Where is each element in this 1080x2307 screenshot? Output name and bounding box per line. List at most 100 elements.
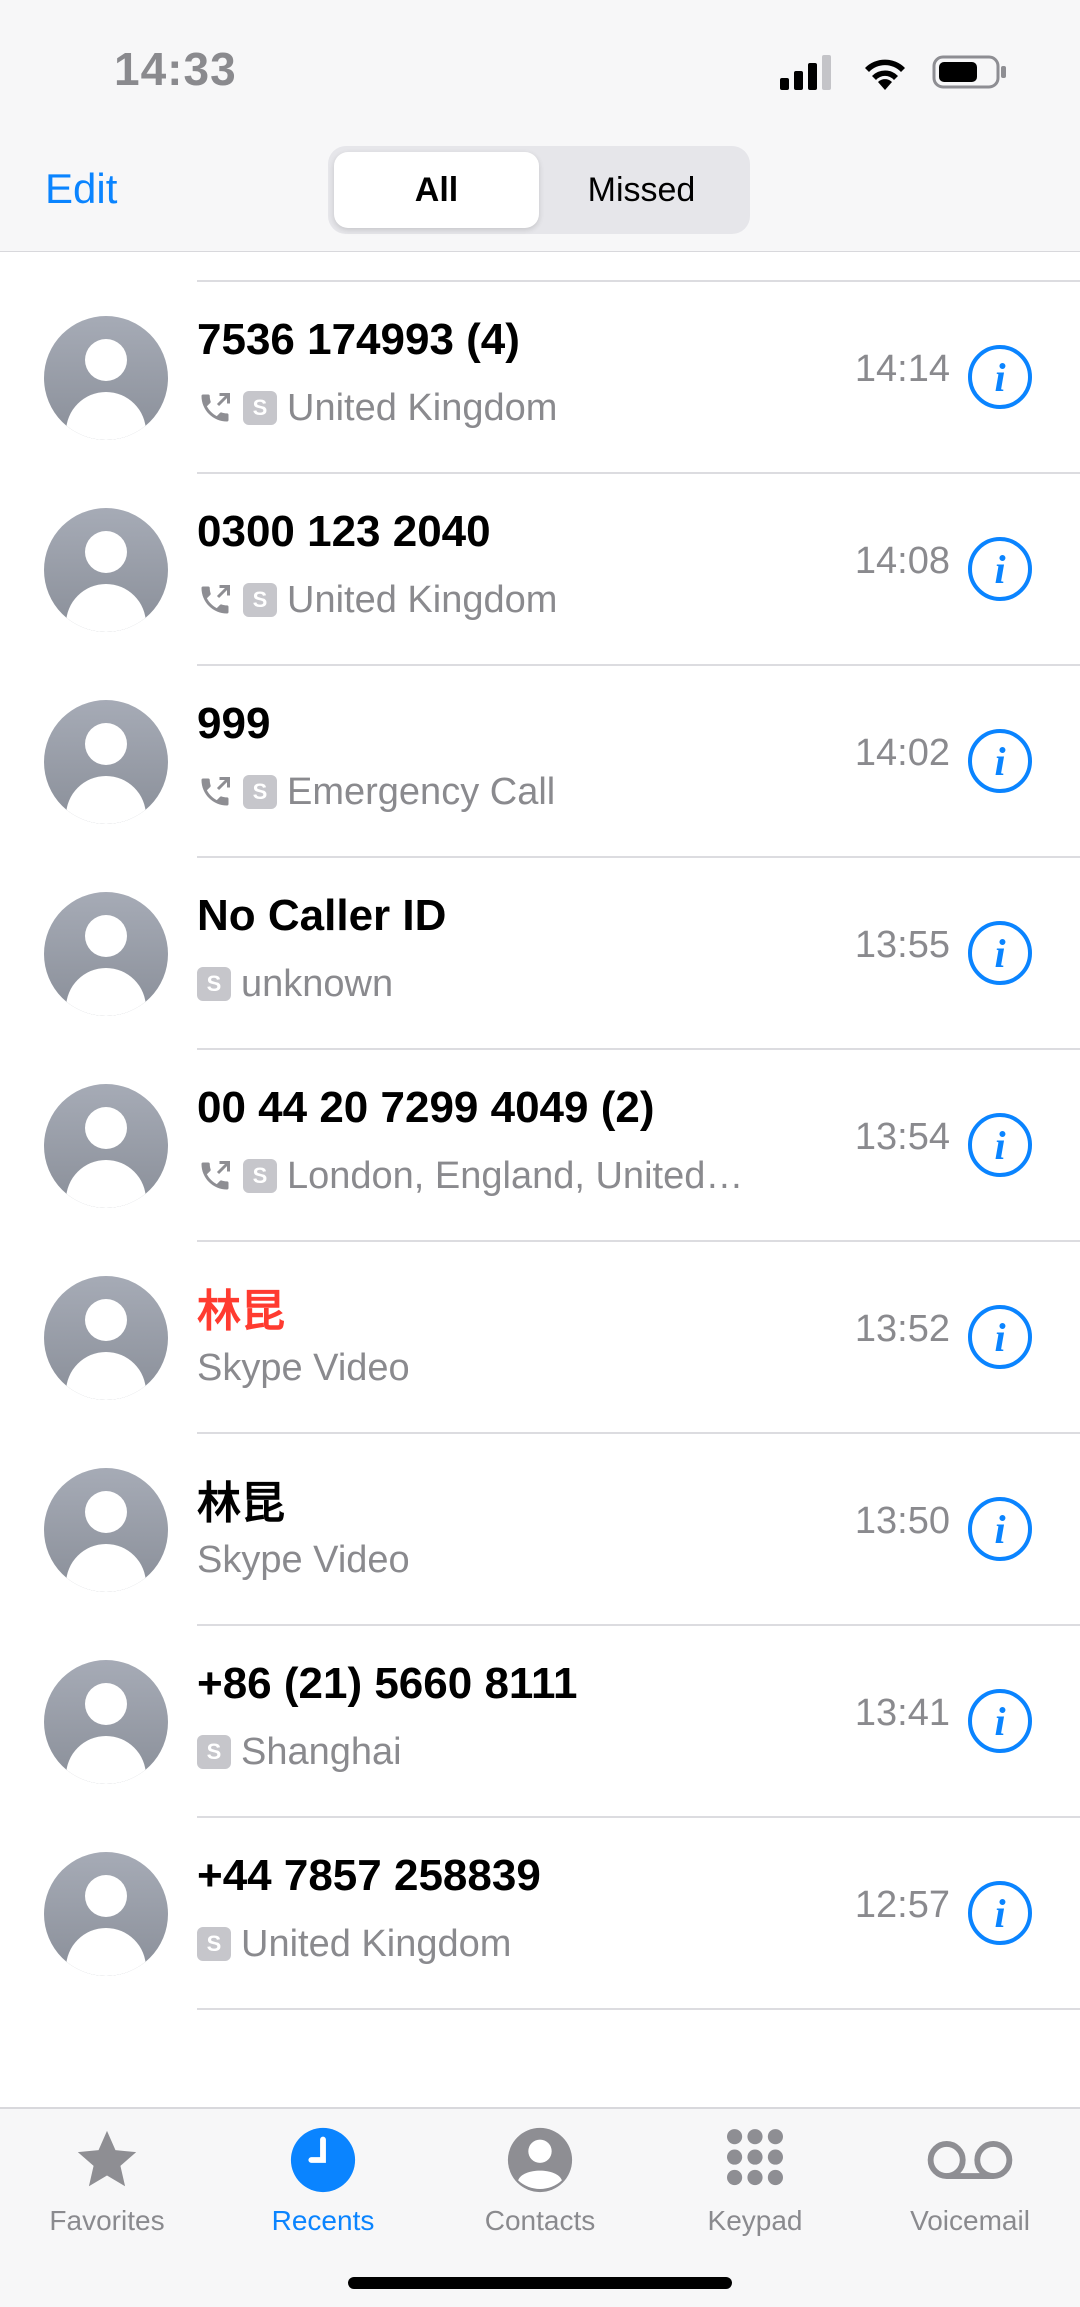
call-name: No Caller ID	[197, 891, 447, 940]
call-subtitle: Shanghai	[241, 1730, 402, 1773]
call-subtitle-line: Skype Video	[197, 1346, 410, 1390]
call-name: +86 (21) 5660 8111	[197, 1659, 578, 1708]
call-subtitle: United Kingdom	[287, 578, 558, 621]
call-name: 00 44 20 7299 4049 (2)	[197, 1083, 655, 1132]
call-row[interactable]: 0300 123 2040 S United Kingdom 14:08 i	[0, 474, 1080, 666]
call-subtitle-line: S United Kingdom	[197, 578, 557, 622]
call-row[interactable]: 999 S Emergency Call 14:02 i	[0, 666, 1080, 858]
phone-outgoing-icon	[201, 1161, 230, 1190]
call-row[interactable]: 00 44 20 7299 4049 (2) S London, England, …	[0, 1050, 1080, 1242]
contact-avatar-icon	[44, 1276, 168, 1400]
skype-badge-icon: S	[197, 1927, 231, 1961]
call-time: 13:54	[854, 1116, 950, 1158]
contact-avatar-icon	[44, 892, 168, 1016]
info-icon[interactable]: i	[968, 537, 1032, 601]
star-icon	[77, 2130, 137, 2187]
call-time: 14:14	[854, 348, 950, 390]
tab-label: Recents	[271, 2205, 375, 2236]
call-subtitle-line: S United Kingdom	[197, 386, 557, 430]
call-time: 13:41	[854, 1692, 950, 1734]
call-subtitle: United Kingdom	[241, 1922, 512, 1965]
tab-label: Contacts	[484, 2205, 596, 2236]
tab-voicemail[interactable]: Voicemail	[880, 2125, 1060, 2275]
call-subtitle-line: S London, England, United…	[197, 1154, 743, 1198]
row-separator	[197, 2008, 1080, 2010]
call-subtitle: unknown	[241, 962, 394, 1005]
info-icon[interactable]: i	[968, 1881, 1032, 1945]
call-time: 12:57	[854, 1884, 950, 1926]
battery-icon	[932, 55, 1006, 89]
phone-outgoing-icon	[201, 777, 230, 806]
call-subtitle-line: Skype Video	[197, 1538, 410, 1582]
clock-icon	[290, 2127, 356, 2193]
call-row[interactable]: 林昆 Skype Video 13:50 i	[0, 1434, 1080, 1626]
info-icon[interactable]: i	[968, 921, 1032, 985]
keypad-icon	[727, 2129, 783, 2186]
call-name: 林昆	[197, 1479, 285, 1528]
call-time: 13:50	[854, 1500, 950, 1542]
contact-avatar-icon	[44, 1660, 168, 1784]
call-subtitle: United Kingdom	[287, 386, 558, 429]
skype-badge-icon: S	[197, 967, 231, 1001]
info-icon[interactable]: i	[968, 1305, 1032, 1369]
contact-avatar-icon	[44, 1852, 168, 1976]
call-subtitle-line: S Shanghai	[197, 1730, 402, 1774]
tab-label: Voicemail	[910, 2205, 1030, 2236]
tab-contacts[interactable]: Contacts	[450, 2125, 630, 2275]
call-name: 7536 174993 (4)	[197, 315, 520, 364]
info-icon[interactable]: i	[968, 345, 1032, 409]
call-row[interactable]: 7536 174993 (4) S United Kingdom 14:14 i	[0, 282, 1080, 474]
call-row[interactable]: +44 7857 258839 S United Kingdom 12:57 i	[0, 1818, 1080, 2010]
tab-recents[interactable]: Recents	[233, 2125, 413, 2275]
call-time: 14:02	[854, 732, 950, 774]
contact-avatar-icon	[44, 316, 168, 440]
tab-keypad[interactable]: Keypad	[665, 2125, 845, 2275]
skype-badge-icon: S	[243, 775, 277, 809]
call-name: +44 7857 258839	[197, 1851, 541, 1900]
call-row[interactable]: No Caller ID Sunknown 13:55 i	[0, 858, 1080, 1050]
tab-label: Favorites	[49, 2205, 165, 2236]
segment-all[interactable]: All	[334, 152, 539, 228]
contact-avatar-icon	[44, 1084, 168, 1208]
call-subtitle-line: S United Kingdom	[197, 1922, 511, 1966]
skype-badge-icon: S	[197, 1735, 231, 1769]
edit-button[interactable]: Edit	[45, 165, 117, 213]
contact-avatar-icon	[44, 1468, 168, 1592]
info-icon[interactable]: i	[968, 729, 1032, 793]
voicemail-icon	[927, 2141, 1013, 2179]
call-subtitle-line: S Emergency Call	[197, 770, 555, 814]
skype-badge-icon: S	[243, 583, 277, 617]
info-icon[interactable]: i	[968, 1113, 1032, 1177]
cellular-signal-icon	[780, 55, 831, 90]
call-time: 13:52	[854, 1308, 950, 1350]
person-circle-icon	[507, 2127, 573, 2193]
call-subtitle-line: Sunknown	[197, 962, 393, 1006]
filter-segmented-control: All Missed	[328, 146, 750, 234]
skype-badge-icon: S	[243, 1159, 277, 1193]
call-row[interactable]: 林昆 Skype Video 13:52 i	[0, 1242, 1080, 1434]
wifi-icon	[865, 59, 905, 90]
segment-missed[interactable]: Missed	[539, 152, 744, 228]
tab-bar: Favorites Recents Contacts Keypad Voicem…	[0, 2107, 1080, 2307]
call-time: 14:08	[854, 540, 950, 582]
contact-avatar-icon	[44, 508, 168, 632]
info-icon[interactable]: i	[968, 1689, 1032, 1753]
call-time: 13:55	[854, 924, 950, 966]
navigation-header: 14:33 Edit All Missed	[0, 0, 1080, 252]
call-subtitle: Skype Video	[197, 1346, 410, 1389]
call-name: 0300 123 2040	[197, 507, 491, 556]
call-subtitle: Emergency Call	[287, 770, 556, 813]
tab-label: Keypad	[707, 2205, 803, 2236]
skype-badge-icon: S	[243, 391, 277, 425]
info-icon[interactable]: i	[968, 1497, 1032, 1561]
call-name: 林昆	[197, 1287, 285, 1336]
phone-outgoing-icon	[201, 585, 230, 614]
call-subtitle: Skype Video	[197, 1538, 410, 1581]
call-row[interactable]: +86 (21) 5660 8111 S Shanghai 13:41 i	[0, 1626, 1080, 1818]
status-bar: 14:33	[0, 0, 1080, 140]
home-indicator	[348, 2277, 732, 2289]
call-name: 999	[197, 699, 271, 748]
contact-avatar-icon	[44, 700, 168, 824]
tab-favorites[interactable]: Favorites	[17, 2125, 197, 2275]
call-subtitle: London, England, United…	[287, 1154, 744, 1197]
